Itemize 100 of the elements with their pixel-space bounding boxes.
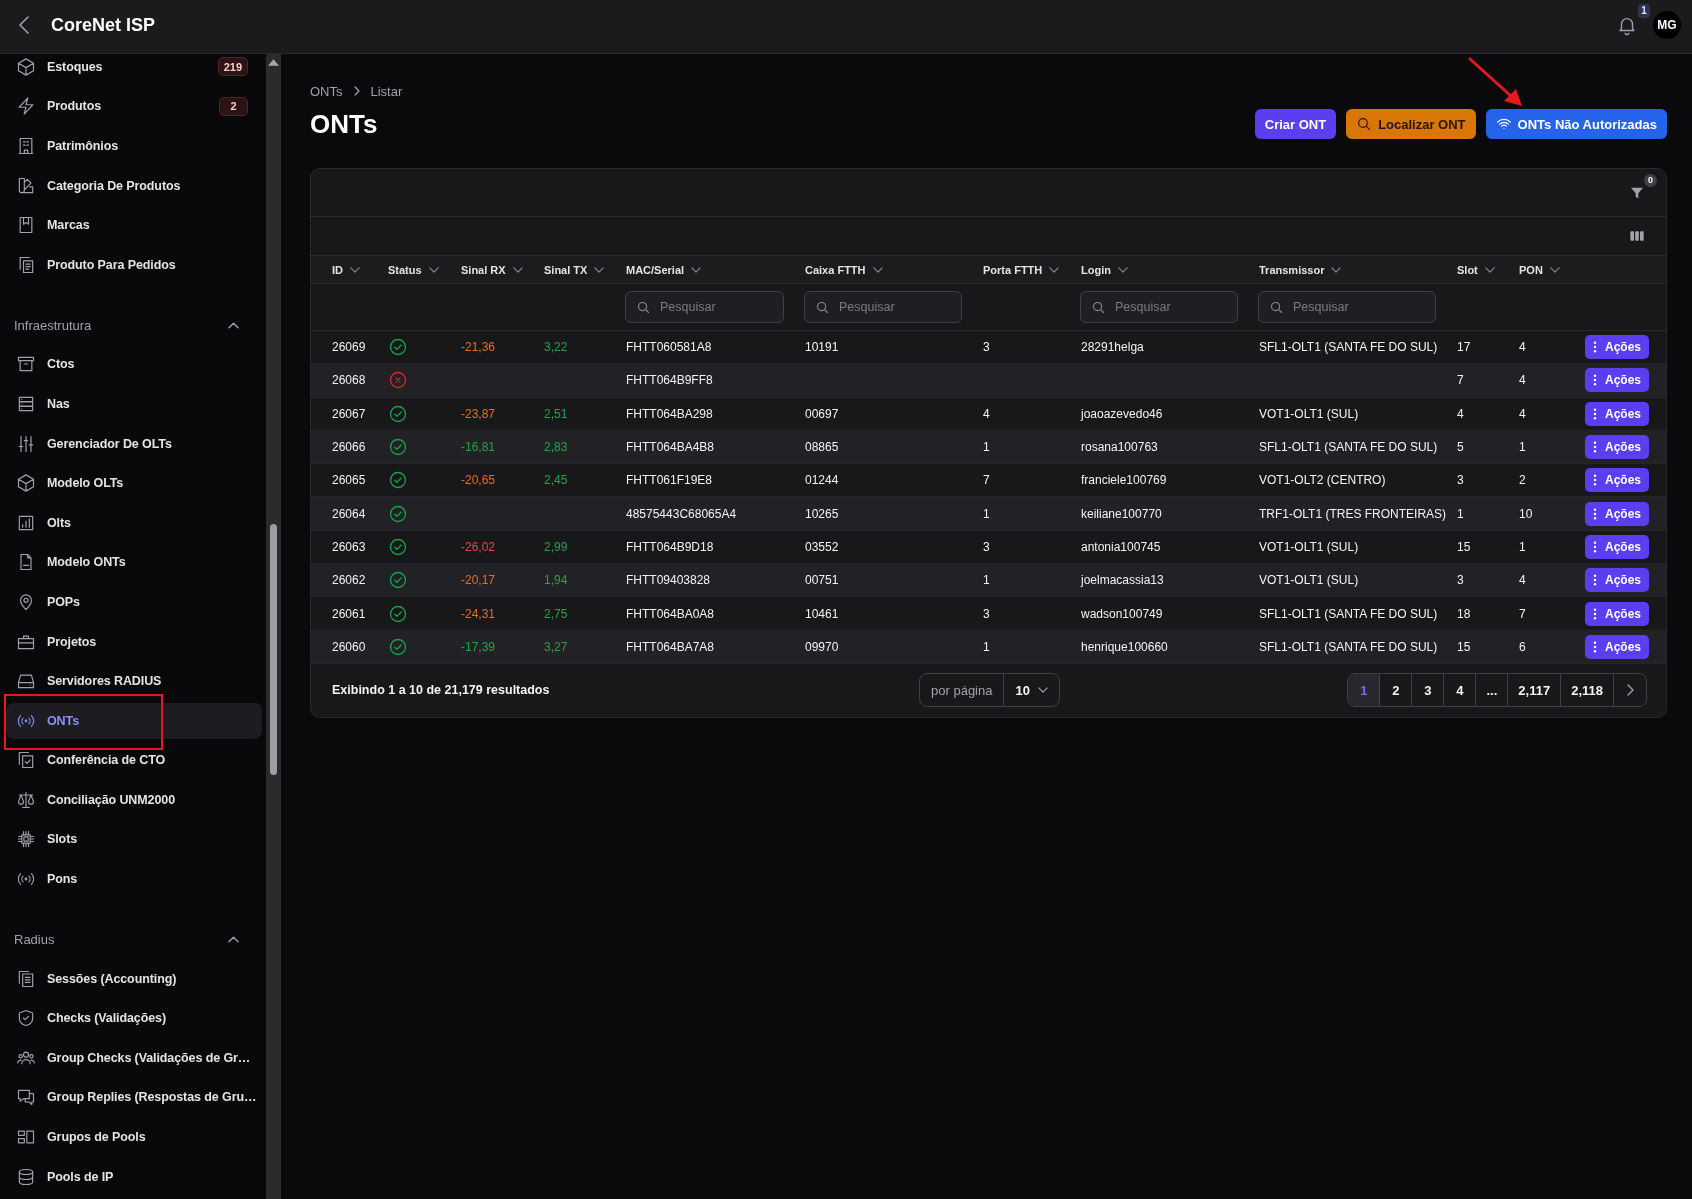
chevron-down-icon (1484, 266, 1495, 273)
sidebar-item[interactable]: Produto Para Pedidos (6, 246, 262, 283)
actions-button[interactable]: Ações (1585, 368, 1650, 393)
sidebar-item[interactable]: Marcas (6, 207, 262, 243)
chevron-left-icon[interactable] (19, 16, 29, 34)
table-cell: FHTT061F19E8 (626, 473, 713, 488)
page-button[interactable]: 2,117 (1508, 674, 1562, 707)
table-cell: 3,22 (544, 340, 568, 355)
column-header[interactable]: Sinal RX (461, 263, 523, 276)
column-header[interactable]: Sinal TX (544, 263, 605, 276)
header-button[interactable]: Localizar ONT (1346, 109, 1476, 139)
table-cell: 4 (1519, 406, 1526, 421)
search-icon (815, 299, 830, 315)
sidebar-item[interactable]: POPs (6, 584, 262, 620)
sidebar-item[interactable]: Conferência de CTO (6, 742, 262, 779)
table-cell: VOT1-OLT1 (SUL) (1259, 539, 1359, 554)
sidebar-item[interactable]: Categoria De Produtos (6, 167, 262, 204)
actions-button[interactable]: Ações (1585, 601, 1650, 626)
table-cell: FHTT064BA4B8 (626, 440, 715, 455)
sidebar-item[interactable]: Modelo ONTs (6, 544, 262, 581)
page-button[interactable]: ... (1476, 674, 1509, 707)
sidebar-item[interactable]: Servidores RADIUS (6, 663, 262, 699)
sidebar-item[interactable]: Gerenciador De OLTs (6, 425, 262, 462)
page-button[interactable]: 3 (1412, 674, 1445, 707)
kebab-icon (1593, 640, 1597, 653)
sidebar-item[interactable]: Olts (6, 504, 262, 541)
actions-button[interactable]: Ações (1585, 534, 1650, 559)
sidebar-item[interactable]: Produtos 2 (6, 88, 262, 125)
table-cell: 1 (983, 573, 990, 588)
sidebar-item[interactable]: Pons (6, 861, 262, 897)
table-cell: 28291helga (1081, 340, 1144, 355)
search-field[interactable]: Pesquisar (1080, 291, 1238, 323)
sidebar-item[interactable]: Group Checks (Validações de Gr… (6, 1040, 262, 1076)
actions-button[interactable]: Ações (1585, 501, 1650, 526)
column-header[interactable]: MAC/Serial (626, 263, 702, 276)
scrollbar[interactable] (266, 54, 281, 1199)
column-header[interactable]: ID (332, 263, 360, 276)
sidebar-item[interactable]: Projetos (6, 623, 262, 660)
column-header[interactable]: Status (388, 263, 439, 276)
chevron-down-icon (594, 266, 605, 273)
actions-button[interactable]: Ações (1585, 401, 1650, 426)
column-header[interactable]: Porta FTTH (983, 263, 1060, 276)
table-cell: rosana100763 (1081, 440, 1158, 455)
sidebar-item[interactable]: Estoques 219 (6, 54, 262, 85)
header-button[interactable]: ONTs Não Autorizadas (1485, 109, 1667, 139)
sidebar-item[interactable]: Pools de IP (6, 1158, 262, 1195)
actions-button[interactable]: Ações (1585, 468, 1650, 493)
table-cell: 18 (1457, 606, 1471, 621)
sidebar-item[interactable]: Sessões (Accounting) (6, 960, 262, 997)
actions-button[interactable]: Ações (1585, 634, 1650, 659)
breadcrumb-current: Listar (370, 83, 403, 99)
search-field[interactable]: Pesquisar (804, 291, 962, 323)
search-field[interactable]: Pesquisar (625, 291, 784, 323)
section-header[interactable]: Infraestrutura (0, 314, 245, 337)
table-cell: keiliane100770 (1081, 506, 1162, 521)
breadcrumb-link[interactable]: ONTs (310, 83, 343, 99)
columns-icon[interactable] (1629, 228, 1645, 244)
sidebar-item[interactable]: Grupos de Pools (6, 1119, 262, 1155)
page-button[interactable]: 2,118 (1561, 674, 1614, 707)
kebab-icon (1593, 407, 1597, 420)
search-icon (1091, 299, 1106, 315)
count-badge: 219 (217, 57, 248, 77)
scroll-up-arrow-icon[interactable] (268, 59, 279, 66)
page-button[interactable]: 2 (1380, 674, 1413, 707)
table-cell: 2,75 (544, 606, 568, 621)
sidebar-item[interactable]: Ctos (6, 346, 262, 383)
column-header[interactable]: Caixa FTTH (805, 263, 883, 276)
actions-button[interactable]: Ações (1585, 335, 1650, 360)
table-cell: 26063 (332, 539, 366, 554)
actions-button[interactable]: Ações (1585, 435, 1650, 460)
table-cell: -24,31 (461, 606, 496, 621)
table-cell: 10191 (805, 340, 839, 355)
table-cell: -23,87 (461, 406, 496, 421)
sidebar-item[interactable]: Patrimônios (6, 128, 262, 164)
column-header[interactable]: Transmissor (1259, 263, 1342, 276)
sidebar-item[interactable]: Checks (Validações) (6, 1000, 262, 1037)
column-header[interactable]: Slot (1457, 263, 1495, 276)
page-button[interactable]: 1 (1348, 674, 1381, 707)
chevron-down-icon (428, 266, 439, 273)
sidebar-item[interactable]: Group Replies (Respostas de Gru… (6, 1079, 262, 1116)
column-header[interactable]: Login (1081, 263, 1128, 276)
table-cell: 00751 (805, 573, 839, 588)
kebab-icon (1593, 374, 1597, 387)
section-header[interactable]: Radius (0, 928, 245, 951)
sidebar-item[interactable]: Modelo OLTs (6, 465, 262, 501)
scrollbar-thumb[interactable] (270, 524, 277, 775)
actions-button[interactable]: Ações (1585, 568, 1650, 593)
table-cell: -16,81 (461, 440, 496, 455)
table-cell: 7 (1519, 606, 1526, 621)
search-field[interactable]: Pesquisar (1258, 291, 1436, 323)
table-cell: 4 (983, 406, 990, 421)
sidebar-item[interactable]: Slots (6, 821, 262, 858)
sidebar-item[interactable]: Nas (6, 386, 262, 422)
table-cell: VOT1-OLT1 (SUL) (1259, 573, 1359, 588)
page-button[interactable]: 4 (1444, 674, 1477, 707)
sidebar-item[interactable]: Conciliação UNM2000 (6, 782, 262, 818)
header-button[interactable]: Criar ONT (1254, 109, 1337, 139)
column-header[interactable]: PON (1519, 263, 1560, 276)
user-avatar[interactable]: MG (1653, 11, 1681, 39)
table-cell: 26067 (332, 406, 366, 421)
